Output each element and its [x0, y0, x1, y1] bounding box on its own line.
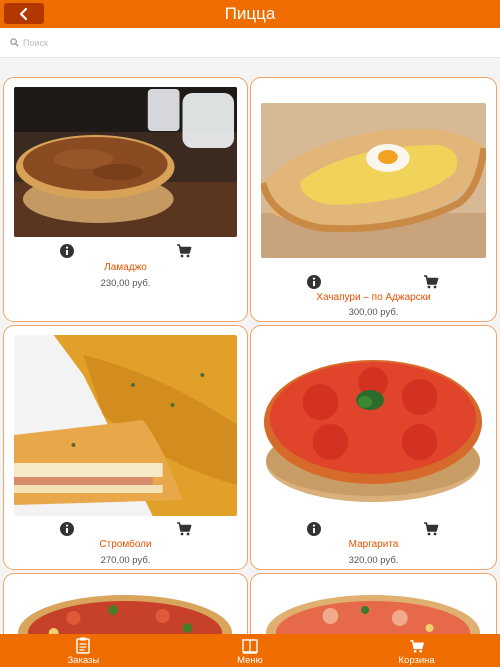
info-icon[interactable]: [306, 274, 322, 290]
product-card[interactable]: Ламаджо 230,00 руб.: [3, 77, 248, 322]
nav-menu[interactable]: Меню: [167, 634, 334, 667]
bottom-nav: Заказы Меню Корзина: [0, 634, 500, 667]
cart-icon: [410, 640, 424, 653]
product-card[interactable]: Стромболи 270,00 руб.: [3, 325, 248, 570]
page-title: Пицца: [224, 4, 276, 23]
product-image[interactable]: [14, 335, 237, 516]
add-to-cart-icon[interactable]: [176, 243, 192, 259]
info-icon[interactable]: [59, 243, 75, 259]
product-grid: Ламаджо 230,00 руб. Хачапури – по Аджарс…: [0, 58, 500, 634]
product-name[interactable]: Стромболи: [4, 539, 247, 550]
product-image[interactable]: [261, 103, 486, 258]
search-bar: [0, 28, 500, 58]
product-name[interactable]: Маргарита: [251, 539, 496, 550]
nav-cart[interactable]: Корзина: [333, 634, 500, 667]
product-price: 300,00 руб.: [348, 307, 399, 318]
info-icon[interactable]: [306, 521, 322, 537]
nav-menu-label: Меню: [237, 655, 263, 666]
book-icon: [242, 639, 258, 654]
product-image[interactable]: [261, 588, 486, 634]
add-to-cart-icon[interactable]: [423, 521, 439, 537]
add-to-cart-icon[interactable]: [423, 274, 439, 290]
search-icon: [10, 38, 19, 47]
product-price: 320,00 руб.: [348, 555, 399, 566]
nav-orders-label: Заказы: [67, 655, 100, 666]
nav-orders[interactable]: Заказы: [0, 634, 167, 667]
product-image[interactable]: [14, 588, 237, 634]
product-name[interactable]: Ламаджо: [4, 262, 247, 273]
product-price: 230,00 руб.: [100, 278, 151, 289]
search-input[interactable]: [23, 37, 423, 48]
product-image[interactable]: [261, 342, 486, 511]
header-bar: Пицца: [0, 0, 500, 28]
product-image[interactable]: [14, 87, 237, 237]
product-price: 270,00 руб.: [100, 555, 151, 566]
product-card[interactable]: Хачапури – по Аджарски 300,00 руб.: [250, 77, 497, 322]
clipboard-icon: [76, 637, 91, 654]
product-card[interactable]: [250, 573, 497, 634]
add-to-cart-icon[interactable]: [176, 521, 192, 537]
product-card[interactable]: [3, 573, 248, 634]
app: Пицца Поиск Ламаджо 230,00 руб. Хачапури…: [0, 0, 500, 667]
product-name[interactable]: Хачапури – по Аджарски: [251, 292, 496, 303]
nav-cart-label: Корзина: [398, 655, 435, 666]
chevron-left-icon: [19, 7, 28, 20]
info-icon[interactable]: [59, 521, 75, 537]
back-button[interactable]: [4, 3, 44, 24]
product-card[interactable]: Маргарита 320,00 руб.: [250, 325, 497, 570]
